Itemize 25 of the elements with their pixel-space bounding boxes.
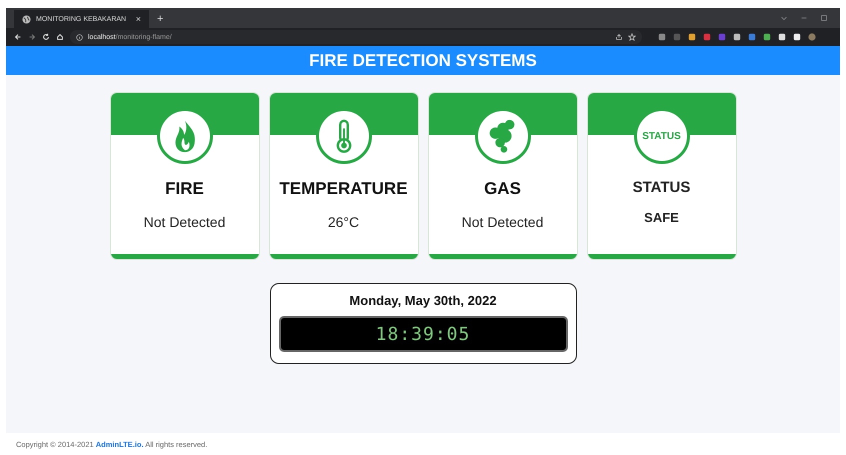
card-title: GAS xyxy=(484,179,521,199)
card-value: Not Detected xyxy=(144,214,226,230)
star-icon[interactable] xyxy=(628,33,636,41)
card-title: STATUS xyxy=(632,179,690,196)
date-text: Monday, May 30th, 2022 xyxy=(349,293,497,308)
card-value: Not Detected xyxy=(462,214,544,230)
card-value: 26°C xyxy=(328,214,360,230)
chevron-down-icon[interactable] xyxy=(780,14,788,22)
forward-icon[interactable] xyxy=(28,33,36,41)
page-title: FIRE DETECTION SYSTEMS xyxy=(309,50,537,70)
globe-icon xyxy=(22,14,31,24)
back-icon[interactable] xyxy=(14,33,22,41)
card-title: TEMPERATURE xyxy=(279,179,408,199)
new-tab-button[interactable]: + xyxy=(157,13,164,25)
reload-icon[interactable] xyxy=(42,33,50,41)
home-icon[interactable] xyxy=(56,33,64,41)
status-label: STATUS xyxy=(642,130,681,142)
card-value: SAFE xyxy=(644,210,679,225)
time-display: 18:39:05 xyxy=(278,316,568,352)
info-icon xyxy=(76,34,83,40)
avatar-icon[interactable] xyxy=(808,33,816,41)
close-tab-button[interactable]: × xyxy=(136,14,141,24)
card-title: FIRE xyxy=(165,179,204,199)
share-icon[interactable] xyxy=(615,33,623,41)
maximize-icon[interactable] xyxy=(820,14,828,22)
